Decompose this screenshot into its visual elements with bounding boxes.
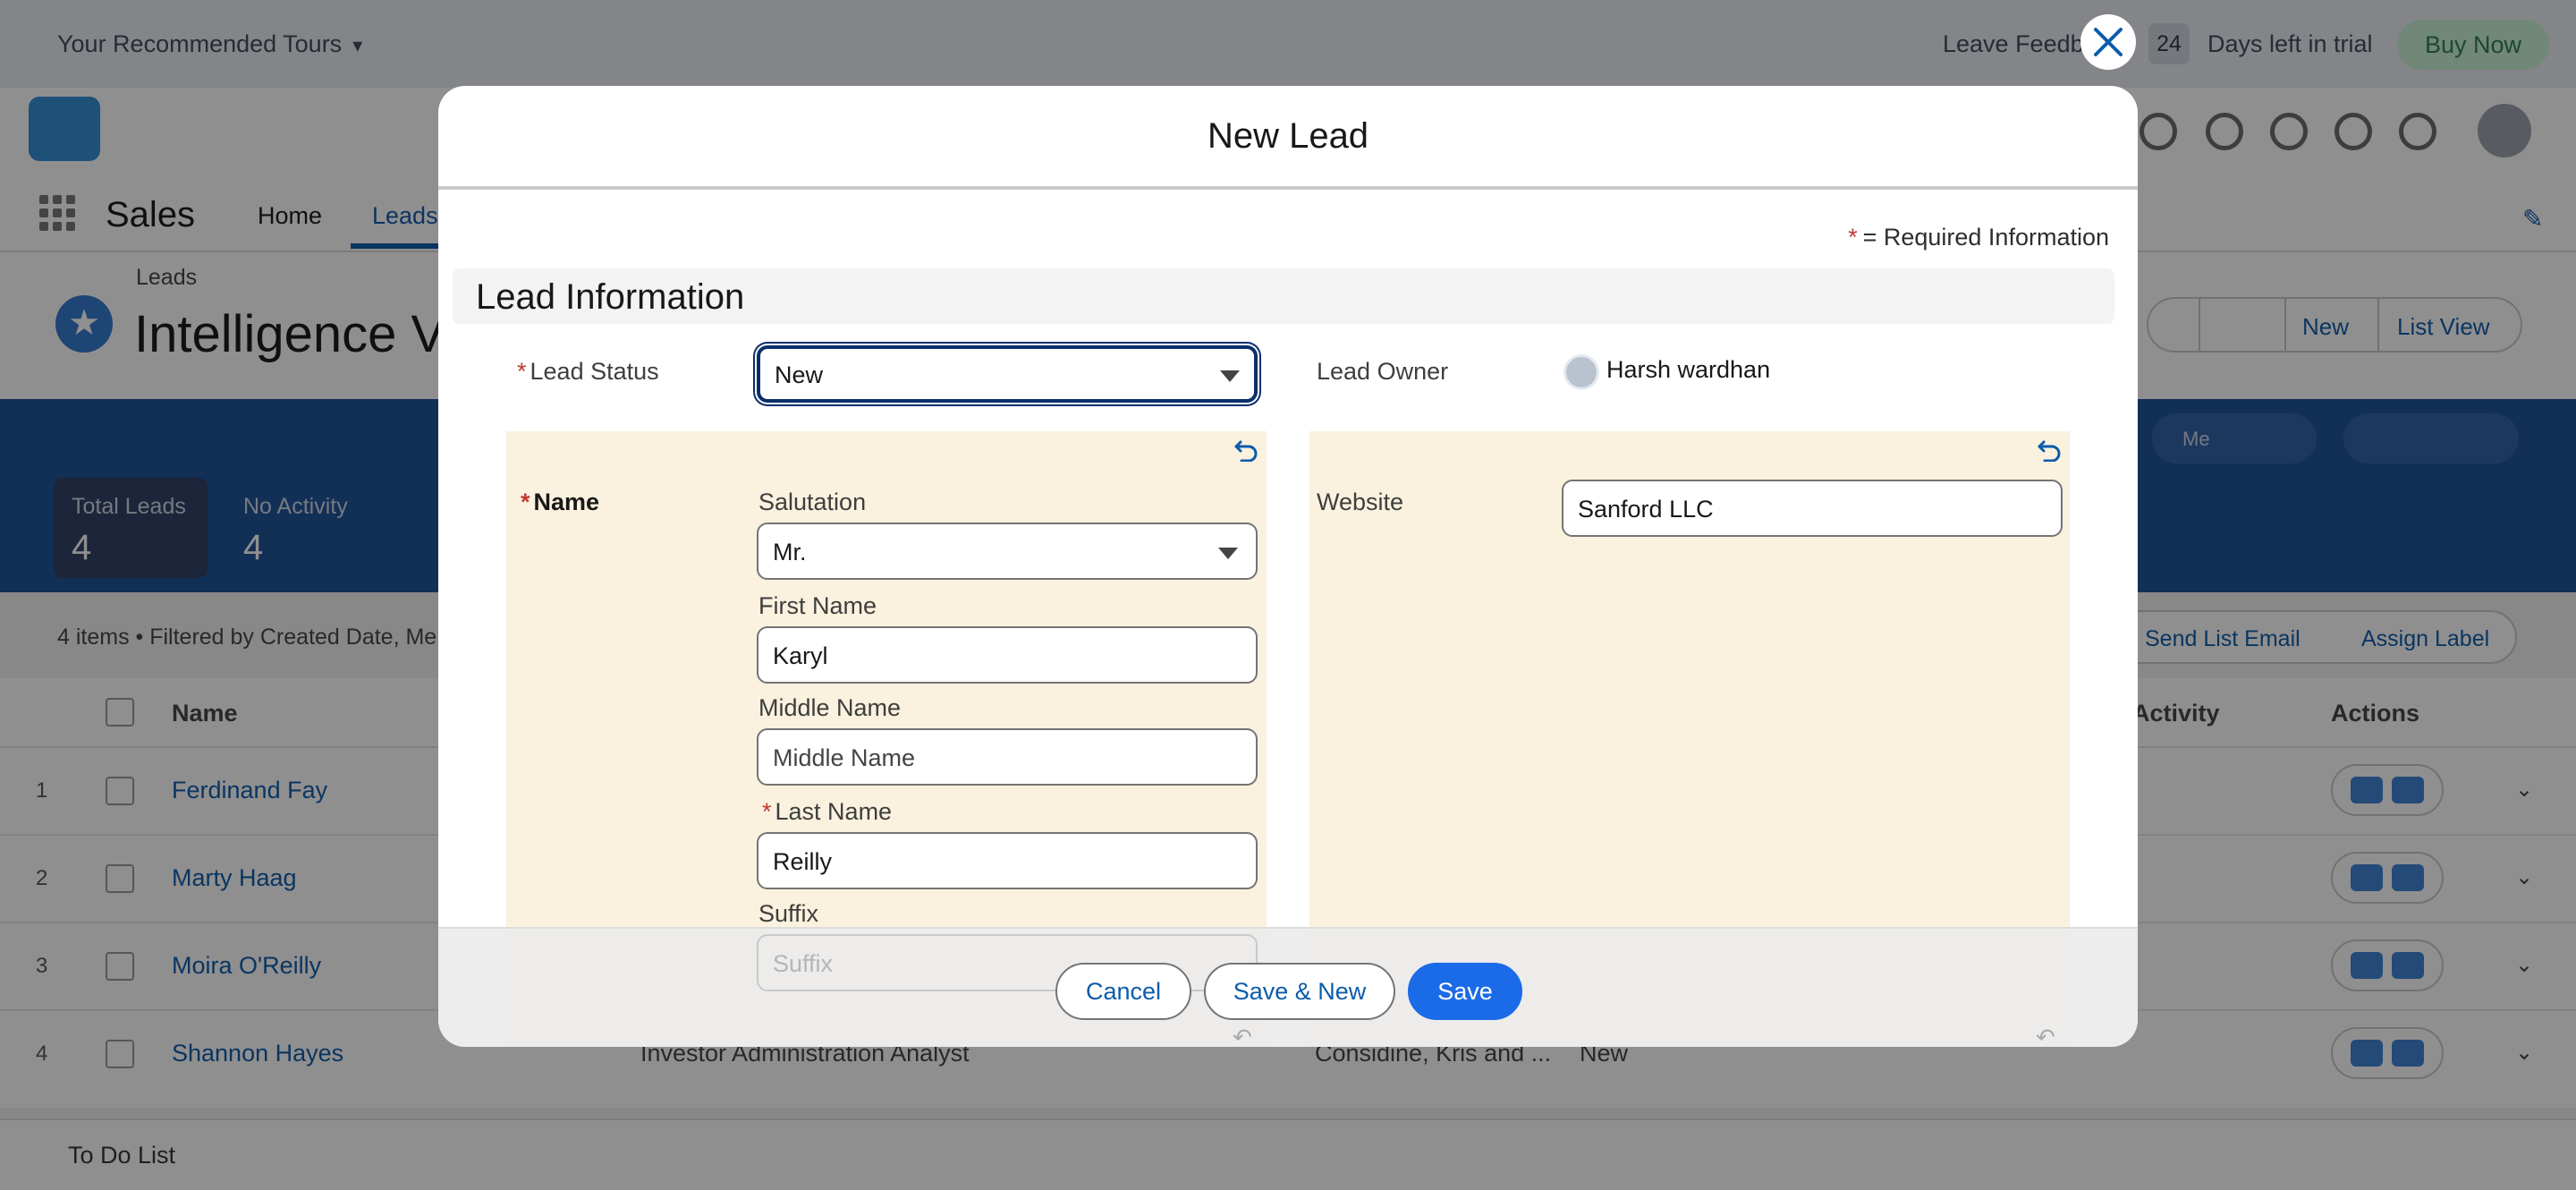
last-name-field[interactable]: Reilly xyxy=(757,832,1258,889)
suffix-placeholder: Suffix xyxy=(773,950,834,977)
required-info-legend: * = Required Information xyxy=(1848,224,2109,251)
name-label: * Name xyxy=(521,489,600,515)
last-name-value: Reilly xyxy=(773,848,833,875)
new-lead-modal: New Lead * = Required Information Lead In… xyxy=(438,86,2138,1047)
close-icon xyxy=(2094,28,2123,56)
lead-owner-value[interactable]: Harsh wardhan xyxy=(1606,356,1770,384)
lead-status-select[interactable]: New xyxy=(757,345,1258,403)
salutation-label: Salutation xyxy=(758,489,867,515)
website-value: Sanford LLC xyxy=(1578,496,1714,523)
website-label: Website xyxy=(1317,489,1404,515)
last-name-label: * Last Name xyxy=(762,798,893,825)
undo-icon: ↶ xyxy=(1233,1024,1252,1047)
save-and-new-button[interactable]: Save & New xyxy=(1204,963,1395,1020)
lead-owner-label: Lead Owner xyxy=(1317,358,1449,385)
chevron-down-icon xyxy=(1218,548,1238,559)
middle-name-field[interactable] xyxy=(757,728,1258,786)
save-button[interactable]: Save xyxy=(1408,963,1522,1020)
undo-icon[interactable] xyxy=(2036,435,2063,462)
undo-icon: ↶ xyxy=(2036,1024,2055,1047)
modal-header: New Lead xyxy=(438,86,2138,190)
undo-icon[interactable] xyxy=(1233,435,1259,462)
first-name-field[interactable]: Karyl xyxy=(757,626,1258,684)
section-title: Lead Information xyxy=(476,277,745,317)
website-field[interactable]: Sanford LLC xyxy=(1562,480,2063,537)
user-avatar-icon xyxy=(1563,354,1599,390)
lead-status-value: New xyxy=(775,361,824,388)
close-modal-button[interactable] xyxy=(2080,14,2136,70)
cancel-button[interactable]: Cancel xyxy=(1055,963,1191,1020)
first-name-value: Karyl xyxy=(773,642,828,669)
middle-name-label: Middle Name xyxy=(758,694,902,721)
middle-name-input[interactable] xyxy=(773,744,1238,772)
section-header-lead-information[interactable]: Lead Information xyxy=(453,268,2114,324)
salutation-select[interactable]: Mr. xyxy=(757,523,1258,580)
modal-title: New Lead xyxy=(1207,116,1369,156)
salutation-value: Mr. xyxy=(773,539,807,565)
lead-status-label: * Lead Status xyxy=(517,358,659,385)
first-name-label: First Name xyxy=(758,592,877,619)
chevron-down-icon xyxy=(1220,370,1240,382)
suffix-label: Suffix xyxy=(758,900,819,927)
